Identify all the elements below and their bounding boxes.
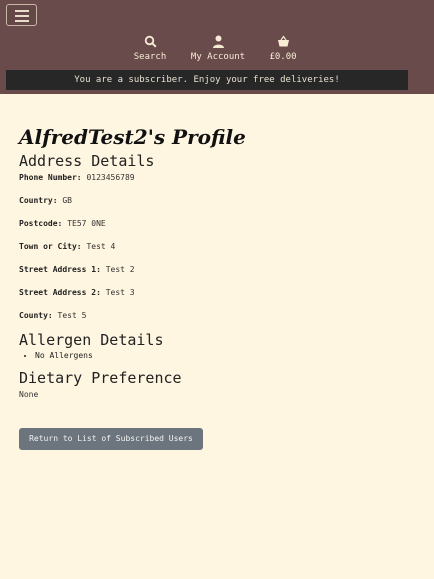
allergen-heading: Allergen Details: [19, 331, 164, 349]
user-icon: [212, 35, 224, 48]
basket-link[interactable]: £0.00: [263, 35, 303, 62]
menu-toggle-button[interactable]: [6, 4, 37, 26]
allergen-list: No Allergens: [19, 350, 419, 362]
address-heading: Address Details: [19, 152, 155, 170]
hamburger-icon: [15, 20, 29, 22]
search-icon: [144, 35, 157, 48]
field-phone-number: Phone Number: 0123456789: [19, 173, 135, 182]
basket-icon: [277, 35, 289, 47]
return-to-subscribers-button[interactable]: Return to List of Subscribed Users: [19, 428, 203, 450]
subscriber-banner: You are a subscriber. Enjoy your free de…: [6, 70, 408, 90]
my-account-label: My Account: [190, 52, 246, 62]
field-street-address-2: Street Address 2: Test 3: [19, 288, 135, 297]
page-title: AlfredTest2's Profile: [19, 125, 246, 149]
hamburger-icon: [15, 15, 29, 17]
field-country: Country: GB: [19, 196, 72, 205]
dietary-value: None: [19, 390, 39, 399]
my-account-link[interactable]: My Account: [188, 35, 248, 62]
search-link[interactable]: Search: [130, 35, 170, 62]
field-street-address-1: Street Address 1: Test 2: [19, 265, 135, 274]
field-town-or-city: Town or City: Test 4: [19, 242, 116, 251]
basket-total: £0.00: [269, 52, 297, 62]
profile-content: AlfredTest2's Profile Address Details Ph…: [19, 124, 419, 399]
main-nav: Search My Account £0.00: [0, 35, 434, 65]
search-label: Search: [133, 52, 167, 62]
field-county: County: Test 5: [19, 311, 87, 320]
field-postcode: Postcode: TE57 0NE: [19, 219, 106, 228]
hamburger-icon: [15, 10, 29, 12]
site-header: Search My Account £0.00 You are a subscr…: [0, 0, 434, 94]
address-details: Phone Number: 0123456789 Country: GB Pos…: [19, 172, 419, 330]
list-item: No Allergens: [35, 350, 419, 362]
dietary-heading: Dietary Preference: [19, 369, 182, 387]
